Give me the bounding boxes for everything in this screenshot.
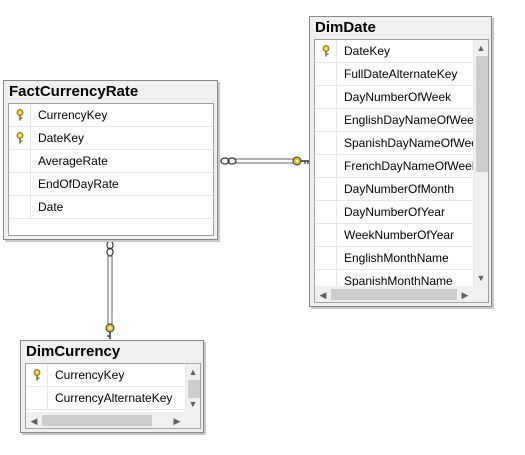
column-name: EndOfDayRate: [38, 177, 119, 191]
key-icon: [322, 45, 329, 57]
column-name: CurrencyKey: [55, 368, 125, 382]
column-name: WeekNumberOfYear: [344, 228, 455, 242]
column-row[interactable]: Date: [9, 196, 213, 219]
scroll-up-icon[interactable]: ▲: [187, 366, 199, 378]
column-row[interactable]: DateKey: [315, 40, 473, 63]
scroll-down-icon[interactable]: ▼: [187, 398, 199, 410]
column-list: DateKey FullDateAlternateKey DayNumberOf…: [314, 39, 489, 303]
row-selector[interactable]: [315, 178, 337, 200]
table-factcurrencyrate[interactable]: FactCurrencyRate CurrencyKey DateKey Ave…: [3, 80, 218, 240]
column-name: SpanishDayNameOfWeek: [344, 136, 484, 150]
column-list: CurrencyKey DateKey AverageRate EndOfDay…: [8, 103, 214, 236]
row-selector[interactable]: [315, 247, 337, 269]
column-row[interactable]: FrenchDayNameOfWeek: [315, 155, 478, 178]
scroll-thumb[interactable]: [331, 289, 457, 300]
scroll-thumb[interactable]: [476, 56, 488, 172]
row-selector[interactable]: [26, 364, 48, 386]
row-selector[interactable]: [9, 150, 31, 172]
horizontal-scrollbar[interactable]: ◀ ▶: [315, 286, 473, 302]
vertical-scrollbar[interactable]: ▲ ▼: [473, 40, 488, 286]
key-icon: [16, 109, 23, 121]
column-name: EnglishDayNameOfWeek: [344, 113, 480, 127]
column-row[interactable]: FullDateAlternateKey: [315, 63, 473, 86]
column-row[interactable]: EnglishMonthName: [315, 247, 473, 270]
row-selector[interactable]: [315, 109, 337, 131]
column-name: AverageRate: [38, 154, 108, 168]
row-selector[interactable]: [9, 173, 31, 195]
column-row[interactable]: DayNumberOfYear: [315, 201, 473, 224]
column-row[interactable]: DayNumberOfWeek: [315, 86, 473, 109]
row-selector[interactable]: [26, 387, 48, 409]
scrollbar-corner: [473, 286, 488, 302]
column-row[interactable]: DateKey: [9, 127, 213, 150]
row-selector[interactable]: [315, 201, 337, 223]
row-selector[interactable]: [9, 127, 31, 149]
row-selector[interactable]: [315, 155, 337, 177]
row-selector[interactable]: [9, 104, 31, 126]
row-selector[interactable]: [315, 224, 337, 246]
scroll-down-icon[interactable]: ▼: [475, 272, 487, 284]
column-row[interactable]: EnglishDayNameOfWeek: [315, 109, 480, 132]
infinity-icon: [106, 240, 114, 257]
scroll-up-icon[interactable]: ▲: [475, 42, 487, 54]
column-name: CurrencyKey: [38, 108, 108, 122]
table-title[interactable]: FactCurrencyRate: [9, 83, 138, 100]
vertical-scrollbar[interactable]: ▲ ▼: [185, 364, 200, 412]
column-list: CurrencyKey CurrencyAlternateKey ▲ ▼ ◀ ▶: [25, 363, 201, 429]
column-name: DateKey: [38, 131, 85, 145]
column-row[interactable]: AverageRate: [9, 150, 213, 173]
scroll-thumb[interactable]: [188, 380, 200, 398]
column-row[interactable]: WeekNumberOfYear: [315, 224, 473, 247]
column-name: FullDateAlternateKey: [344, 67, 458, 81]
column-row[interactable]: DayNumberOfMonth: [315, 178, 473, 201]
column-name: DateKey: [344, 44, 391, 58]
column-row[interactable]: CurrencyAlternateKey: [26, 387, 185, 410]
table-title[interactable]: DimDate: [315, 19, 376, 36]
key-icon: [33, 369, 40, 381]
scroll-right-icon[interactable]: ▶: [171, 415, 183, 427]
key-icon: [16, 132, 23, 144]
row-selector[interactable]: [315, 63, 337, 85]
table-title[interactable]: DimCurrency: [26, 343, 120, 360]
scroll-thumb[interactable]: [42, 415, 152, 426]
column-name: CurrencyAlternateKey: [55, 391, 173, 405]
column-name: DayNumberOfYear: [344, 205, 445, 219]
table-dimcurrency[interactable]: DimCurrency CurrencyKey CurrencyAlternat…: [20, 340, 204, 433]
row-selector[interactable]: [315, 86, 337, 108]
key-icon: [105, 323, 115, 339]
infinity-icon: [219, 157, 237, 165]
scroll-left-icon[interactable]: ◀: [28, 415, 40, 427]
table-dimdate[interactable]: DimDate DateKey FullDateAlternateKey Day…: [309, 16, 492, 307]
horizontal-scrollbar[interactable]: ◀ ▶: [26, 412, 185, 428]
column-name: DayNumberOfMonth: [344, 182, 455, 196]
row-selector[interactable]: [315, 132, 337, 154]
scroll-right-icon[interactable]: ▶: [459, 289, 471, 301]
column-name: Date: [38, 200, 64, 214]
row-selector[interactable]: [9, 196, 31, 218]
scroll-left-icon[interactable]: ◀: [317, 289, 329, 301]
column-name: FrenchDayNameOfWeek: [344, 159, 478, 173]
column-name: DayNumberOfWeek: [344, 90, 452, 104]
column-row[interactable]: CurrencyKey: [26, 364, 185, 387]
column-row[interactable]: CurrencyKey: [9, 104, 213, 127]
scrollbar-corner: [185, 412, 200, 428]
column-row[interactable]: SpanishDayNameOfWeek: [315, 132, 484, 155]
row-selector[interactable]: [315, 40, 337, 62]
key-icon: [292, 156, 309, 166]
column-name: EnglishMonthName: [344, 251, 449, 265]
column-row[interactable]: EndOfDayRate: [9, 173, 213, 196]
